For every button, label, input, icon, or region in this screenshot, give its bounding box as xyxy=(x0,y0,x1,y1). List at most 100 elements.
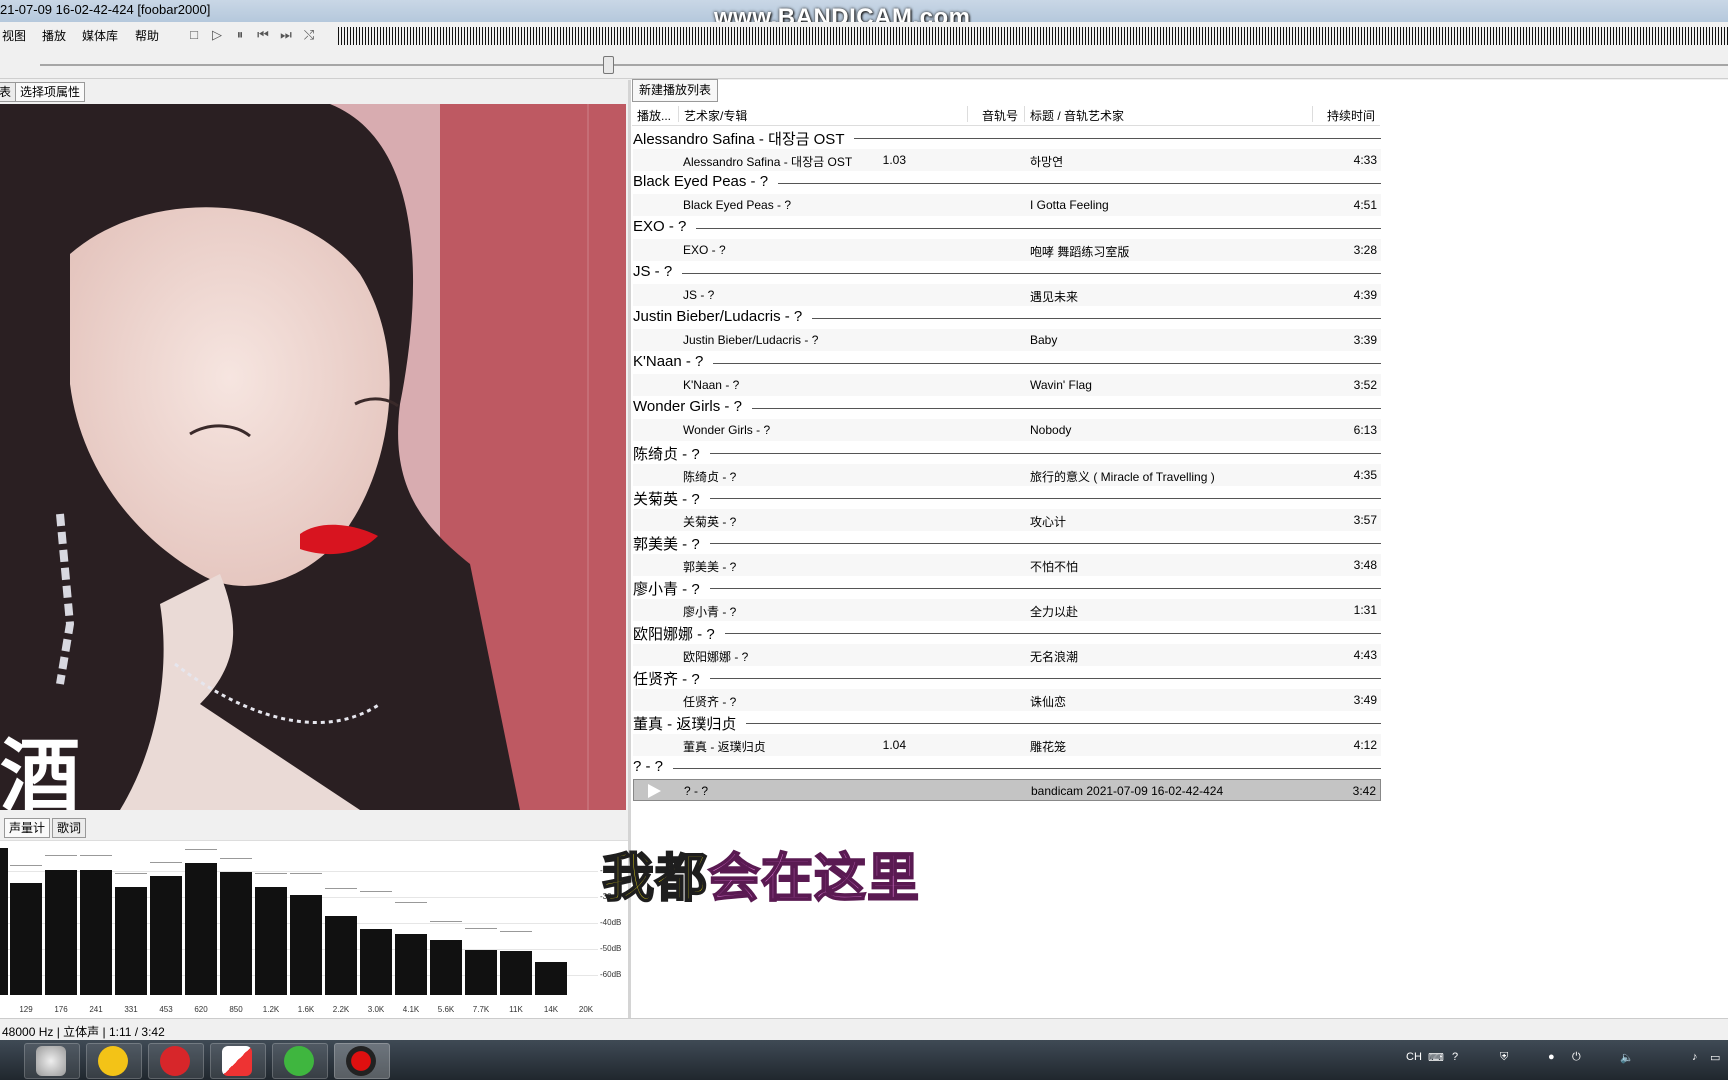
row-title: bandicam 2021-07-09 16-02-42-424 xyxy=(1031,784,1224,798)
power-icon[interactable]: ⏻ xyxy=(1572,1051,1581,1064)
group-rule xyxy=(633,228,1381,229)
menu-view[interactable]: 视图 xyxy=(2,27,26,44)
speaker-icon[interactable]: 🔈 xyxy=(1620,1051,1634,1064)
row-duration: 4:35 xyxy=(1353,468,1377,482)
playlist-group-header[interactable]: 郭美美 - ? xyxy=(633,531,1381,554)
playlist-group-header[interactable]: 廖小青 - ? xyxy=(633,576,1381,599)
row-duration: 4:43 xyxy=(1353,648,1377,662)
random-icon[interactable]: ⤭ xyxy=(300,26,318,44)
col-duration[interactable]: 持续时间 xyxy=(1327,107,1375,124)
playlist-group-header[interactable]: JS - ? xyxy=(633,261,1381,283)
menu-help[interactable]: 帮助 xyxy=(135,27,159,44)
frequency-label: 7.7K xyxy=(472,1005,490,1014)
foobar-icon[interactable] xyxy=(24,1043,80,1079)
spectrum-peak xyxy=(80,855,112,856)
playlist-row[interactable]: 关菊英 - ? 攻心计 3:57 xyxy=(633,509,1381,531)
db-label: -60dB xyxy=(600,970,622,979)
col-title-artist[interactable]: 标题 / 音轨艺术家 xyxy=(1030,107,1124,124)
tab-selection-properties[interactable]: 选择项属性 xyxy=(15,82,86,102)
playlist-row[interactable]: JS - ? 遇见未来 4:39 xyxy=(633,284,1381,306)
qq-music-icon[interactable] xyxy=(86,1043,142,1079)
record-indicator-icon[interactable]: ● xyxy=(1548,1051,1555,1063)
volume-icon[interactable]: ♪ xyxy=(1692,1051,1698,1063)
tab-lyrics[interactable]: 歌词 xyxy=(52,818,87,838)
col-playing[interactable]: 播放... xyxy=(637,107,671,124)
tab-new-playlist[interactable]: 新建播放列表 xyxy=(632,79,719,102)
group-rule xyxy=(633,543,1381,544)
sync-icon[interactable] xyxy=(272,1043,328,1079)
group-label: 任贤齐 - ? xyxy=(633,668,710,689)
tab-playlist[interactable]: 表 xyxy=(0,82,17,102)
spectrum-bar xyxy=(500,951,532,995)
row-artist-album: Black Eyed Peas - ? xyxy=(683,198,792,212)
now-playing-icon xyxy=(648,784,661,798)
row-duration: 3:28 xyxy=(1353,243,1377,257)
playlist-row-now-playing[interactable]: ? - ? bandicam 2021-07-09 16-02-42-424 3:4… xyxy=(633,779,1381,801)
waveform-seekbar[interactable] xyxy=(338,27,1728,45)
playlist-group-header[interactable]: Wonder Girls - ? xyxy=(633,396,1381,418)
row-title: 咆哮 舞蹈练习室版 xyxy=(1030,245,1130,259)
youku-icon[interactable] xyxy=(210,1043,266,1079)
playlist-row[interactable]: Black Eyed Peas - ? I Gotta Feeling 4:51 xyxy=(633,194,1381,216)
row-artist-album: EXO - ? xyxy=(683,243,726,257)
playlist-row[interactable]: 任贤齐 - ? 诛仙恋 3:49 xyxy=(633,689,1381,711)
playlist-row[interactable]: Justin Bieber/Ludacris - ? Baby 3:39 xyxy=(633,329,1381,351)
playlist-group-header[interactable]: ? - ? xyxy=(633,756,1381,778)
playlist-group-header[interactable]: Justin Bieber/Ludacris - ? xyxy=(633,306,1381,328)
previous-icon[interactable]: ⏮ xyxy=(254,26,272,44)
bandicam-record-icon[interactable] xyxy=(334,1043,390,1079)
row-artist-album: 廖小青 - ? xyxy=(683,605,737,619)
spectrum-peak xyxy=(465,928,497,929)
playlist-row[interactable]: K'Naan - ? Wavin' Flag 3:52 xyxy=(633,374,1381,396)
playlist-group-header[interactable]: 陈绮贞 - ? xyxy=(633,441,1381,464)
col-artist-album[interactable]: 艺术家/专辑 xyxy=(684,107,747,124)
input-method-indicator[interactable]: CH xyxy=(1406,1051,1422,1063)
row-title: 攻心计 xyxy=(1030,515,1067,529)
keyboard-icon[interactable]: ⌨ xyxy=(1428,1051,1444,1064)
security-shield-icon[interactable]: ⛨ xyxy=(1500,1051,1508,1064)
playlist-group-header[interactable]: Black Eyed Peas - ? xyxy=(633,171,1381,193)
playlist-row[interactable]: Alessandro Safina - 대장금 OST 1.03 하망연 4:33 xyxy=(633,149,1381,171)
pause-icon[interactable]: ⏸ xyxy=(231,26,249,44)
group-rule xyxy=(633,588,1381,589)
frequency-label: 2.2K xyxy=(332,1005,350,1014)
playlist-group-header[interactable]: Alessandro Safina - 대장금 OST xyxy=(633,126,1381,149)
seek-thumb[interactable] xyxy=(603,56,614,74)
netease-music-icon[interactable] xyxy=(148,1043,204,1079)
spectrum-bar xyxy=(0,848,8,995)
playlist-group-header[interactable]: 任贤齐 - ? xyxy=(633,666,1381,689)
play-icon[interactable]: ▷ xyxy=(208,26,226,44)
row-duration: 3:39 xyxy=(1353,333,1377,347)
menu-playback[interactable]: 播放 xyxy=(42,27,66,44)
playlist-group-header[interactable]: 董真 - 返璞归贞 xyxy=(633,711,1381,734)
playlist-group-header[interactable]: EXO - ? xyxy=(633,216,1381,238)
playlist-row[interactable]: EXO - ? 咆哮 舞蹈练习室版 3:28 xyxy=(633,239,1381,261)
playlist-group-header[interactable]: 欧阳娜娜 - ? xyxy=(633,621,1381,644)
group-label: 关菊英 - ? xyxy=(633,488,710,509)
seek-track[interactable] xyxy=(40,64,1728,66)
playlist-row[interactable]: Wonder Girls - ? Nobody 6:13 xyxy=(633,419,1381,441)
help-icon[interactable]: ? xyxy=(1452,1051,1458,1063)
col-track-number[interactable]: 音轨号 xyxy=(982,107,1018,124)
stop-icon[interactable]: □ xyxy=(185,26,203,44)
playlist-row[interactable]: 郭美美 - ? 不怕不怕 3:48 xyxy=(633,554,1381,576)
playlist-row[interactable]: 董真 - 返璞归贞 1.04 雕花笼 4:12 xyxy=(633,734,1381,756)
row-duration: 3:52 xyxy=(1353,378,1377,392)
group-label: 郭美美 - ? xyxy=(633,533,710,554)
group-label: Alessandro Safina - 대장금 OST xyxy=(633,128,855,149)
menu-library[interactable]: 媒体库 xyxy=(82,27,118,44)
playlist-group-header[interactable]: 关菊英 - ? xyxy=(633,486,1381,509)
frequency-label: 620 xyxy=(194,1005,208,1014)
show-desktop-icon[interactable]: ▭ xyxy=(1710,1051,1720,1064)
tab-vu-meter[interactable]: 声量计 xyxy=(4,818,51,838)
row-title: 不怕不怕 xyxy=(1030,560,1079,574)
spectrum-bar xyxy=(290,895,322,995)
group-label: 陈绮贞 - ? xyxy=(633,443,710,464)
frequency-label: 3.0K xyxy=(367,1005,385,1014)
row-artist-album: JS - ? xyxy=(683,288,715,302)
playlist-group-header[interactable]: K'Naan - ? xyxy=(633,351,1381,373)
playlist-row[interactable]: 欧阳娜娜 - ? 无名浪潮 4:43 xyxy=(633,644,1381,666)
playlist-row[interactable]: 廖小青 - ? 全力以赴 1:31 xyxy=(633,599,1381,621)
next-icon[interactable]: ⏭ xyxy=(277,26,295,44)
playlist-row[interactable]: 陈绮贞 - ? 旅行的意义 ( Miracle of Travelling ) 4:… xyxy=(633,464,1381,486)
